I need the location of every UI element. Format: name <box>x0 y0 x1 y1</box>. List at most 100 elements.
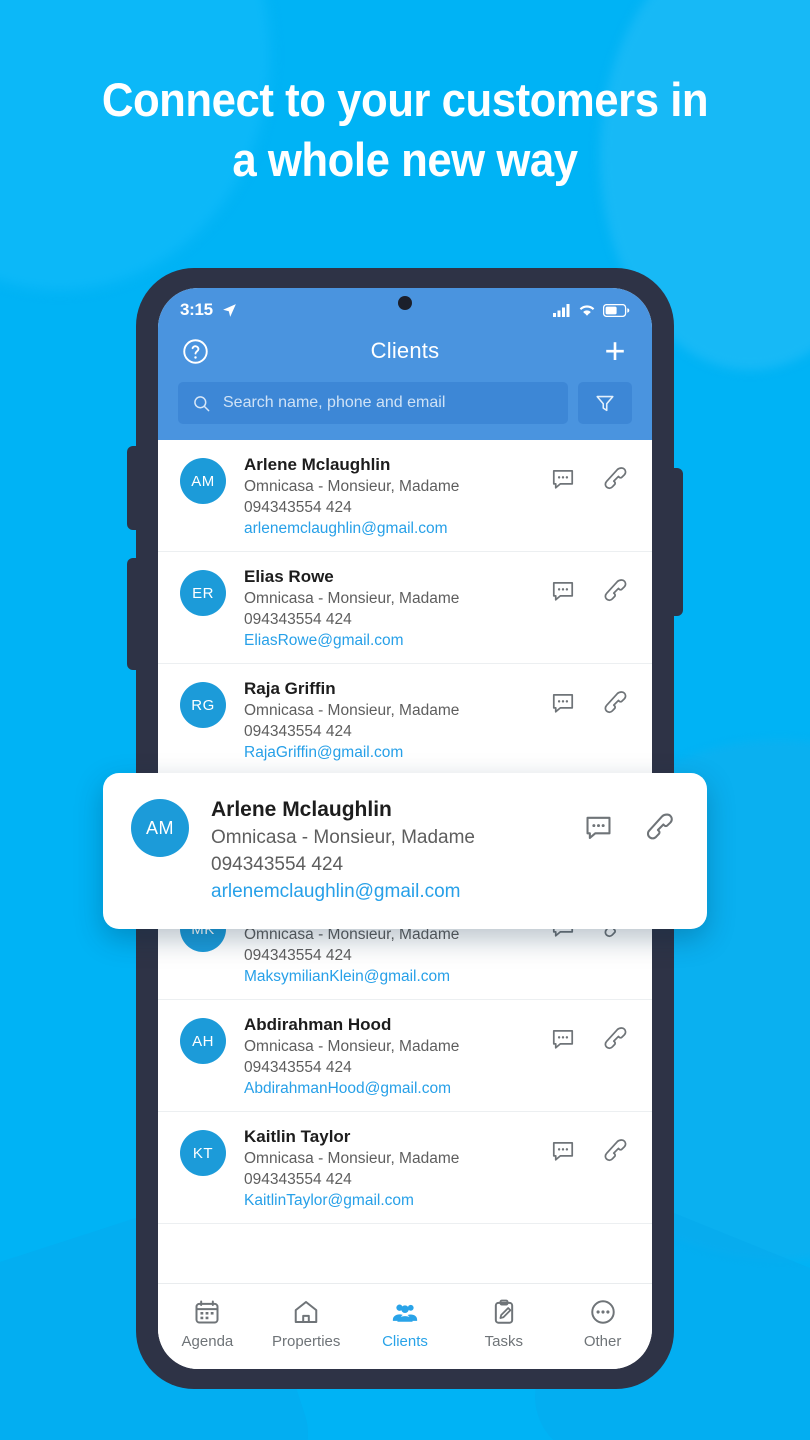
phone-handset-icon[interactable] <box>602 577 630 605</box>
phone-handset-icon[interactable] <box>602 465 630 493</box>
chat-bubble-icon[interactable] <box>583 812 614 843</box>
client-org: Omnicasa - Monsieur, Madame <box>244 1038 460 1055</box>
filter-button[interactable] <box>578 382 632 424</box>
client-details: Raja Griffin Omnicasa - Monsieur, Madame 0… <box>244 677 532 763</box>
nav-label: Clients <box>382 1332 428 1350</box>
client-phone: 094343554 424 <box>244 947 352 964</box>
client-org: Omnicasa - Monsieur, Madame <box>244 478 460 495</box>
client-email[interactable]: arlenemclaughlin@gmail.com <box>211 878 561 905</box>
client-row[interactable]: RG Raja Griffin Omnicasa - Monsieur, Madam… <box>158 664 652 776</box>
phone-handset-icon[interactable] <box>602 689 630 717</box>
search-icon <box>192 394 211 413</box>
chat-bubble-icon[interactable] <box>550 690 576 716</box>
client-phone: 094343554 424 <box>244 1059 352 1076</box>
client-phone: 094343554 424 <box>244 499 352 516</box>
search-row: Search name, phone and email <box>158 376 652 440</box>
volume-down-button[interactable] <box>127 558 139 670</box>
client-row[interactable]: KT Kaitlin Taylor Omnicasa - Monsieur, Mad… <box>158 1112 652 1224</box>
volume-up-button[interactable] <box>127 446 139 530</box>
nav-item-properties[interactable]: Properties <box>257 1298 356 1350</box>
client-phone: 094343554 424 <box>244 1171 352 1188</box>
client-email[interactable]: MaksymilianKlein@gmail.com <box>244 966 532 987</box>
client-org: Omnicasa - Monsieur, Madame <box>244 590 460 607</box>
calendar-icon <box>193 1298 221 1326</box>
client-details: Abdirahman Hood Omnicasa - Monsieur, Mada… <box>244 1013 532 1099</box>
status-time: 3:15 <box>180 300 213 319</box>
search-placeholder: Search name, phone and email <box>223 394 446 411</box>
avatar: AH <box>180 1018 226 1064</box>
question-mark-circle-icon[interactable] <box>176 332 214 370</box>
promo-headline: Connect to your customers in a whole new… <box>101 73 709 186</box>
client-phone: 094343554 424 <box>211 854 344 875</box>
client-phone: 094343554 424 <box>244 723 352 740</box>
client-details: Kaitlin Taylor Omnicasa - Monsieur, Madam… <box>244 1125 532 1211</box>
phone-handset-icon[interactable] <box>644 811 677 844</box>
people-icon <box>391 1298 419 1326</box>
location-arrow-icon <box>221 302 238 319</box>
search-input[interactable]: Search name, phone and email <box>178 382 568 424</box>
client-actions <box>550 465 630 493</box>
app-header: Clients + <box>158 328 652 376</box>
client-actions <box>550 1137 630 1165</box>
client-actions <box>550 689 630 717</box>
chat-bubble-icon[interactable] <box>550 578 576 604</box>
phone-handset-icon[interactable] <box>602 1025 630 1053</box>
house-icon <box>292 1298 320 1326</box>
client-org: Omnicasa - Monsieur, Madame <box>244 1150 460 1167</box>
nav-label: Other <box>583 1332 622 1350</box>
client-actions <box>550 577 630 605</box>
nav-label: Properties <box>272 1332 341 1350</box>
client-name: Arlene Mclaughlin <box>244 455 391 474</box>
client-name: Arlene Mclaughlin <box>211 798 392 821</box>
avatar: RG <box>180 682 226 728</box>
client-details: Elias Rowe Omnicasa - Monsieur, Madame 094… <box>244 565 532 651</box>
clipboard-pencil-icon <box>490 1298 518 1326</box>
client-name: Raja Griffin <box>244 679 336 698</box>
bottom-navigation: Agenda Properties Clients Tasks Other <box>158 1283 652 1369</box>
client-email[interactable]: RajaGriffin@gmail.com <box>244 742 532 763</box>
nav-item-other[interactable]: Other <box>553 1298 652 1350</box>
nav-item-agenda[interactable]: Agenda <box>158 1298 257 1350</box>
nav-label: Agenda <box>181 1332 234 1350</box>
status-bar: 3:15 <box>158 288 652 328</box>
client-org: Omnicasa - Monsieur, Madame <box>211 827 475 848</box>
client-name: Elias Rowe <box>244 567 334 586</box>
client-email[interactable]: KaitlinTaylor@gmail.com <box>244 1190 532 1211</box>
client-row[interactable]: AM Arlene Mclaughlin Omnicasa - Monsieur, … <box>158 440 652 552</box>
power-button[interactable] <box>671 468 683 616</box>
nav-item-clients[interactable]: Clients <box>356 1298 455 1350</box>
client-name: Kaitlin Taylor <box>244 1127 351 1146</box>
chat-bubble-icon[interactable] <box>550 1026 576 1052</box>
add-client-button[interactable]: + <box>596 332 634 370</box>
filter-funnel-icon <box>594 392 616 414</box>
client-actions <box>583 811 677 844</box>
client-row[interactable]: AH Abdirahman Hood Omnicasa - Monsieur, Ma… <box>158 1000 652 1112</box>
avatar: ER <box>180 570 226 616</box>
client-phone: 094343554 424 <box>244 611 352 628</box>
client-email[interactable]: AbdirahmanHood@gmail.com <box>244 1078 532 1099</box>
plus-icon: + <box>604 330 626 371</box>
client-actions <box>550 1025 630 1053</box>
chat-bubble-icon[interactable] <box>550 1138 576 1164</box>
client-org: Omnicasa - Monsieur, Madame <box>244 702 460 719</box>
battery-icon <box>603 303 630 317</box>
client-name: Abdirahman Hood <box>244 1015 392 1034</box>
nav-item-tasks[interactable]: Tasks <box>454 1298 553 1350</box>
client-row[interactable]: ER Elias Rowe Omnicasa - Monsieur, Madame 0… <box>158 552 652 664</box>
nav-label: Tasks <box>484 1332 523 1350</box>
phone-handset-icon[interactable] <box>602 1137 630 1165</box>
client-details: Arlene Mclaughlin Omnicasa - Monsieur, M… <box>211 795 561 905</box>
page-title: Clients <box>370 338 440 363</box>
chat-bubble-icon[interactable] <box>550 466 576 492</box>
ellipsis-circle-icon <box>589 1298 617 1326</box>
wifi-icon <box>578 304 596 317</box>
avatar: KT <box>180 1130 226 1176</box>
client-details: Arlene Mclaughlin Omnicasa - Monsieur, Ma… <box>244 453 532 539</box>
client-email[interactable]: EliasRowe@gmail.com <box>244 630 532 651</box>
front-camera-dot <box>398 296 412 310</box>
avatar: AM <box>131 799 189 857</box>
avatar: AM <box>180 458 226 504</box>
cellular-signal-icon <box>553 303 571 317</box>
highlighted-client-card[interactable]: AM Arlene Mclaughlin Omnicasa - Monsieur… <box>103 773 707 929</box>
client-email[interactable]: arlenemclaughlin@gmail.com <box>244 518 532 539</box>
